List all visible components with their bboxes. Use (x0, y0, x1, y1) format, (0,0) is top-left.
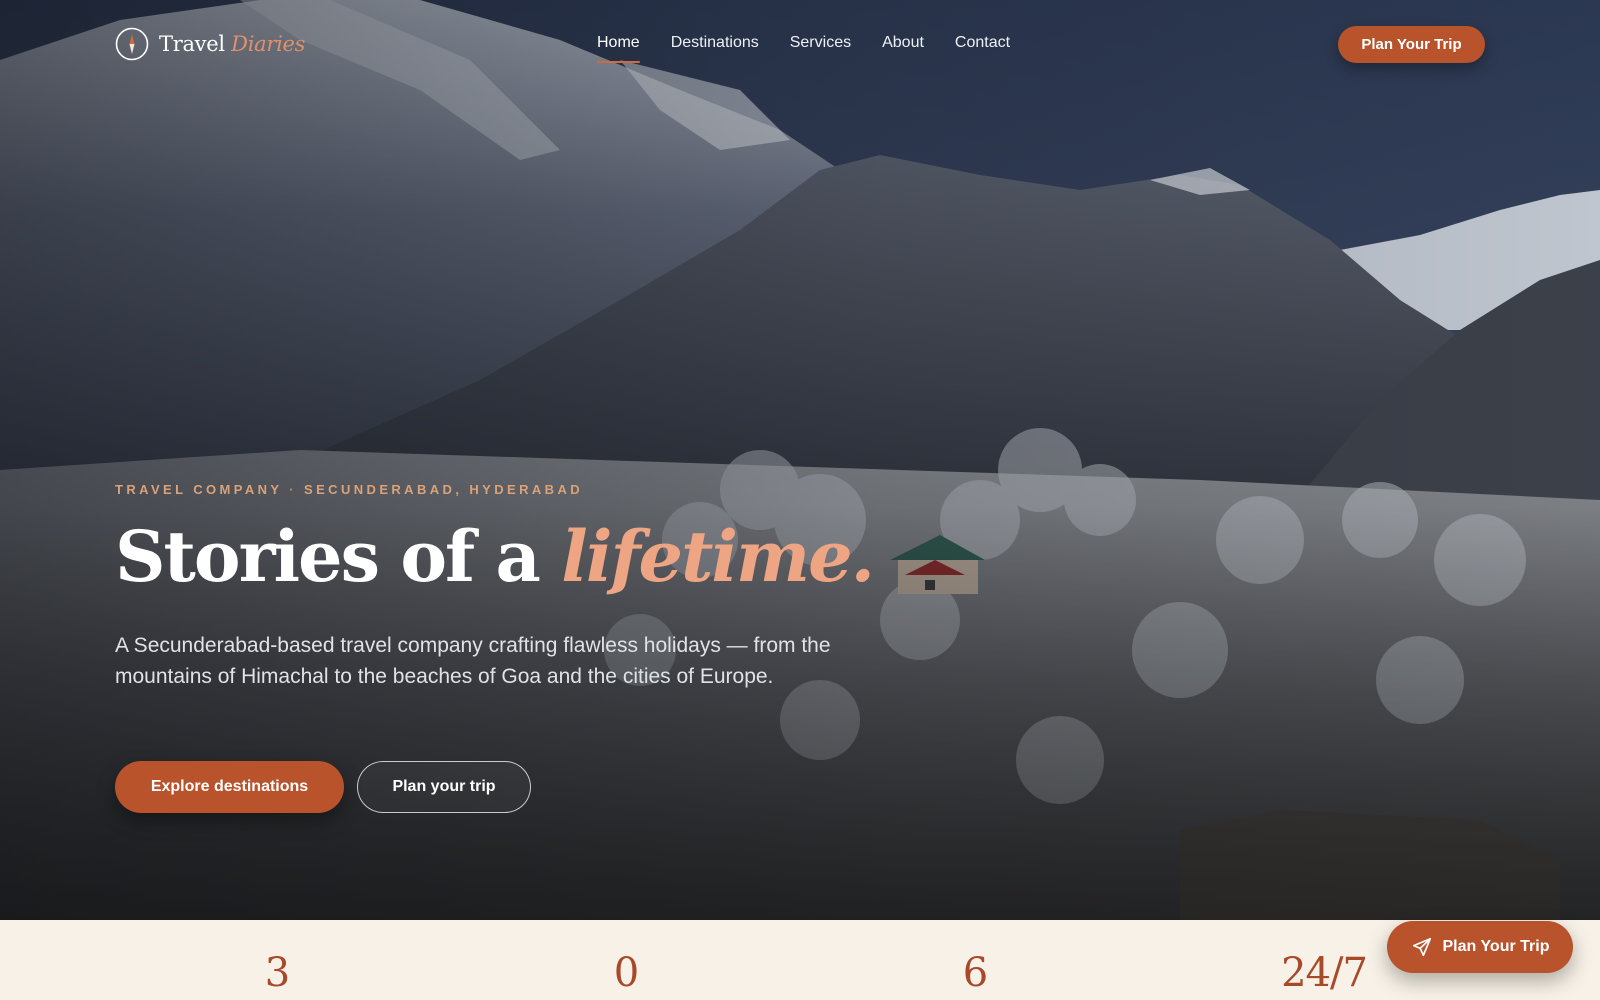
compass-icon (115, 27, 149, 61)
hero-description: A Secunderabad-based travel company craf… (115, 634, 831, 688)
eyebrow-company: TRAVEL COMPANY (115, 482, 283, 497)
nav-item-destinations[interactable]: Destinations (671, 34, 759, 60)
logo[interactable]: Travel Diaries (115, 27, 305, 61)
headline-accent: lifetime. (561, 515, 875, 598)
floating-plan-trip-label: Plan Your Trip (1442, 938, 1550, 955)
nav-item-home[interactable]: Home (597, 34, 640, 63)
logo-wordmark-accent: Diaries (231, 32, 306, 56)
main-nav: Home Destinations Services About Contact (597, 34, 1010, 63)
eyebrow-separator: · (289, 482, 298, 497)
hero-eyebrow: TRAVEL COMPANY · SECUNDERABAD, HYDERABAD (115, 482, 583, 497)
nav-item-contact[interactable]: Contact (955, 34, 1010, 60)
headline-main: Stories of a (115, 515, 562, 598)
stat-value: 6 (962, 950, 988, 996)
hero-headline: Stories of a lifetime. (115, 515, 875, 598)
hero-section: Travel Diaries Home Destinations Service… (0, 0, 1600, 920)
nav-item-about[interactable]: About (882, 34, 924, 60)
stat-value: 0 (613, 950, 639, 996)
plan-your-trip-secondary-button[interactable]: Plan your trip (357, 761, 531, 813)
stats-strip: 3 0 6 24/7 (0, 920, 1600, 1000)
eyebrow-location: SECUNDERABAD, HYDERABAD (304, 482, 584, 497)
paper-plane-icon (1412, 937, 1431, 957)
nav-item-services[interactable]: Services (790, 34, 851, 60)
stat-value: 24/7 (1281, 950, 1368, 996)
logo-wordmark-primary: Travel (159, 32, 225, 56)
floating-plan-trip-button[interactable]: Plan Your Trip (1387, 921, 1573, 973)
plan-your-trip-button[interactable]: Plan Your Trip (1338, 26, 1485, 63)
explore-destinations-button[interactable]: Explore destinations (115, 761, 344, 813)
stat-value: 3 (264, 950, 290, 996)
logo-wordmark: Travel Diaries (159, 32, 305, 56)
